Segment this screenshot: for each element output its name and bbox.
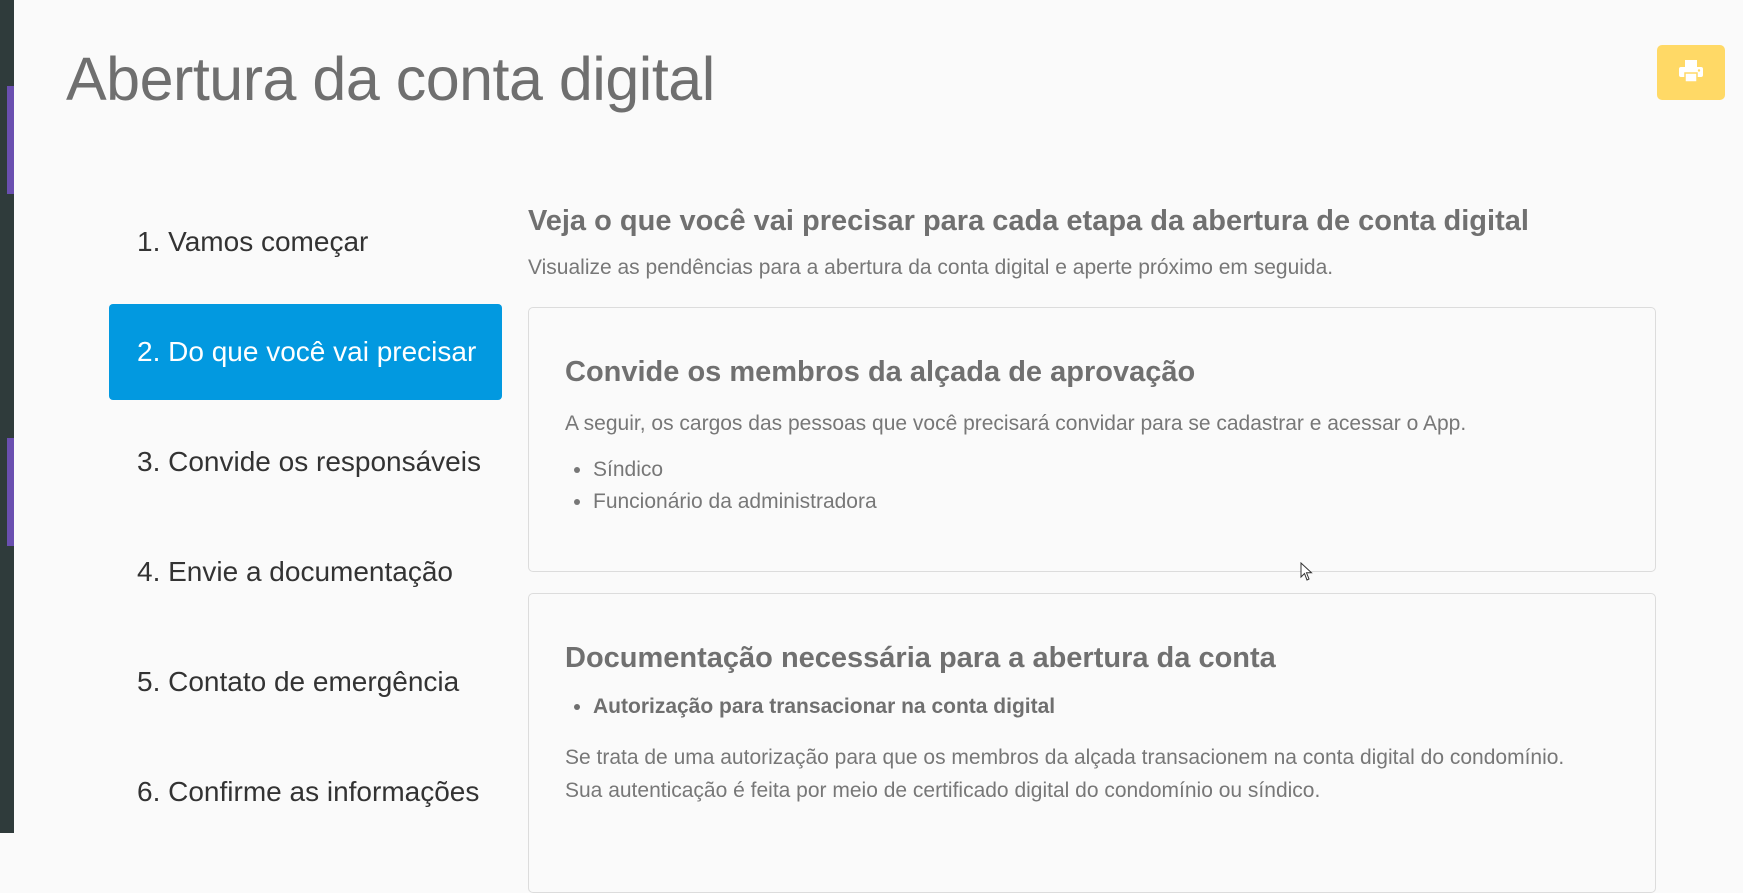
list-item: Síndico [593, 454, 1619, 486]
card-title: Convide os membros da alçada de aprovaçã… [565, 356, 1196, 388]
step-label: 2. Do que você vai precisar [137, 336, 477, 367]
approval-members-card: Convide os membros da alçada de aprovaçã… [528, 307, 1656, 572]
list-item: Autorização para transacionar na conta d… [593, 691, 1619, 723]
left-edge-strip [0, 0, 14, 833]
print-button[interactable] [1657, 45, 1725, 100]
edge-marker [7, 438, 14, 546]
documents-list: Autorização para transacionar na conta d… [565, 691, 1619, 723]
step-vamos-comecar[interactable]: 1. Vamos começar [109, 194, 502, 290]
step-do-que-voce-vai-precisar[interactable]: 2. Do que você vai precisar [109, 304, 502, 400]
step-label: 6. Confirme as informações [137, 776, 480, 807]
section-heading: Veja o que você vai precisar para cada e… [528, 205, 1529, 237]
documentation-card: Documentação necessária para a abertura … [528, 593, 1656, 893]
section-subheading: Visualize as pendências para a abertura … [528, 256, 1334, 279]
mouse-cursor-icon [1300, 561, 1314, 587]
card-title: Documentação necessária para a abertura … [565, 642, 1276, 674]
step-contato-de-emergencia[interactable]: 5. Contato de emergência [109, 634, 502, 730]
list-item: Funcionário da administradora [593, 486, 1619, 518]
edge-marker [7, 86, 14, 194]
step-label: 4. Envie a documentação [137, 556, 453, 587]
card-text-line: Sua autenticação é feita por meio de cer… [565, 779, 1321, 802]
step-content: Veja o que você vai precisar para cada e… [528, 205, 1656, 893]
step-label: 3. Convide os responsáveis [137, 446, 481, 477]
page-title: Abertura da conta digital [66, 45, 715, 113]
step-convide-os-responsaveis[interactable]: 3. Convide os responsáveis [109, 414, 502, 510]
roles-list: Síndico Funcionário da administradora [565, 454, 1619, 518]
printer-icon [1678, 59, 1704, 86]
card-text: Se trata de uma autorização para que os … [565, 741, 1619, 807]
wizard-steps: 1. Vamos começar 2. Do que você vai prec… [109, 194, 502, 854]
step-envie-a-documentacao[interactable]: 4. Envie a documentação [109, 524, 502, 620]
step-confirme-as-informacoes[interactable]: 6. Confirme as informações [109, 744, 502, 840]
card-text: A seguir, os cargos das pessoas que você… [565, 412, 1467, 435]
card-text-line: Se trata de uma autorização para que os … [565, 746, 1565, 769]
step-label: 1. Vamos começar [137, 226, 369, 257]
step-label: 5. Contato de emergência [137, 666, 460, 697]
